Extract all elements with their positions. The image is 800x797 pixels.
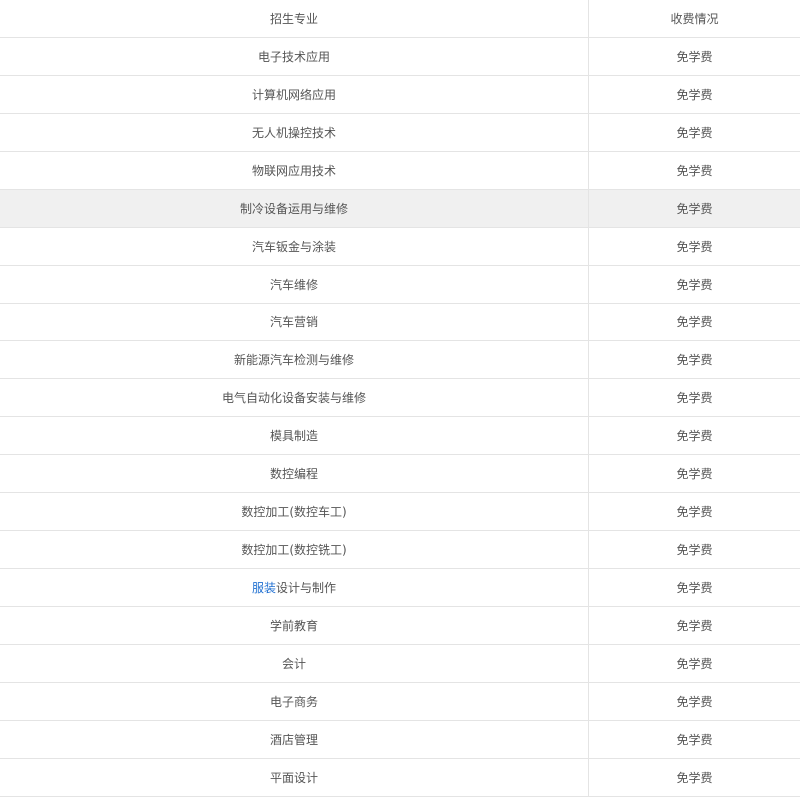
fee-cell: 免学费 <box>676 163 713 178</box>
fee-cell: 免学费 <box>676 353 713 368</box>
fee-cell: 免学费 <box>676 505 713 520</box>
fee-cell: 免学费 <box>676 201 713 216</box>
fee-cell: 免学费 <box>676 125 713 140</box>
majors-table: 招生专业 收费情况 电子技术应用 免学费 计算机网络应用 免学费 无人机操控技术… <box>0 0 800 797</box>
major-cell: 电子技术应用 <box>0 37 589 75</box>
major-cell: 数控加工(数控铣工) <box>0 531 589 569</box>
table-row: 会计 免学费 <box>0 644 800 683</box>
table-row-hovered: 制冷设备运用与维修 免学费 <box>0 189 800 228</box>
fee-cell: 免学费 <box>676 732 713 747</box>
major-cell: 物联网应用技术 <box>0 151 589 189</box>
major-cell: 计算机网络应用 <box>0 75 589 113</box>
table-row: 学前教育 免学费 <box>0 607 800 645</box>
table-row: 平面设计 免学费 <box>0 758 800 797</box>
major-cell: 数控加工(数控车工) <box>0 493 589 531</box>
fee-cell: 免学费 <box>676 581 713 596</box>
fee-cell: 免学费 <box>676 315 713 330</box>
table-row: 模具制造 免学费 <box>0 417 800 456</box>
fee-cell: 免学费 <box>676 239 713 254</box>
fee-cell: 免学费 <box>676 49 713 64</box>
major-cell: 模具制造 <box>0 417 589 455</box>
table-row: 数控加工(数控铣工) 免学费 <box>0 531 800 570</box>
fee-cell: 免学费 <box>676 543 713 558</box>
major-cell: 会计 <box>0 644 589 682</box>
fee-cell: 免学费 <box>676 87 713 102</box>
fee-cell: 免学费 <box>676 618 713 633</box>
table-row: 电子技术应用 免学费 <box>0 37 800 76</box>
major-cell: 电气自动化设备安装与维修 <box>0 379 589 417</box>
fee-cell: 免学费 <box>676 277 713 292</box>
fee-cell: 免学费 <box>676 694 713 709</box>
table-row: 汽车钣金与涂装 免学费 <box>0 227 800 266</box>
header-fee: 收费情况 <box>670 11 719 26</box>
table-row: 汽车维修 免学费 <box>0 265 800 304</box>
table-row: 服装 设计与制作 免学费 <box>0 569 800 607</box>
major-cell: 汽车营销 <box>0 303 589 341</box>
table-row: 无人机操控技术 免学费 <box>0 113 800 152</box>
major-link[interactable]: 服装 <box>252 579 276 596</box>
major-cell: 酒店管理 <box>0 720 589 758</box>
fee-cell: 免学费 <box>676 770 713 785</box>
major-cell: 无人机操控技术 <box>0 113 589 151</box>
major-cell: 学前教育 <box>0 607 589 644</box>
table-row: 新能源汽车检测与维修 免学费 <box>0 341 800 380</box>
table-row: 汽车营销 免学费 <box>0 303 800 342</box>
table-row: 计算机网络应用 免学费 <box>0 75 800 114</box>
table-row: 电气自动化设备安装与维修 免学费 <box>0 379 800 418</box>
major-cell: 电子商务 <box>0 682 589 720</box>
major-cell: 数控编程 <box>0 455 589 493</box>
fee-cell: 免学费 <box>676 656 713 671</box>
table-row: 数控编程 免学费 <box>0 455 800 494</box>
table-row: 酒店管理 免学费 <box>0 720 800 759</box>
fee-cell: 免学费 <box>676 391 713 406</box>
major-text: 设计与制作 <box>276 581 337 596</box>
table-row: 物联网应用技术 免学费 <box>0 151 800 190</box>
major-cell: 平面设计 <box>0 758 589 796</box>
major-cell: 汽车钣金与涂装 <box>0 227 589 265</box>
fee-cell: 免学费 <box>676 429 713 444</box>
fee-cell: 免学费 <box>676 467 713 482</box>
table-header-row: 招生专业 收费情况 <box>0 0 800 38</box>
major-cell: 汽车维修 <box>0 265 589 303</box>
table-row: 电子商务 免学费 <box>0 682 800 721</box>
major-cell: 制冷设备运用与维修 <box>0 189 589 227</box>
major-cell: 服装 设计与制作 <box>0 569 589 606</box>
header-major: 招生专业 <box>0 0 589 37</box>
major-cell: 新能源汽车检测与维修 <box>0 341 589 379</box>
table-row: 数控加工(数控车工) 免学费 <box>0 493 800 532</box>
